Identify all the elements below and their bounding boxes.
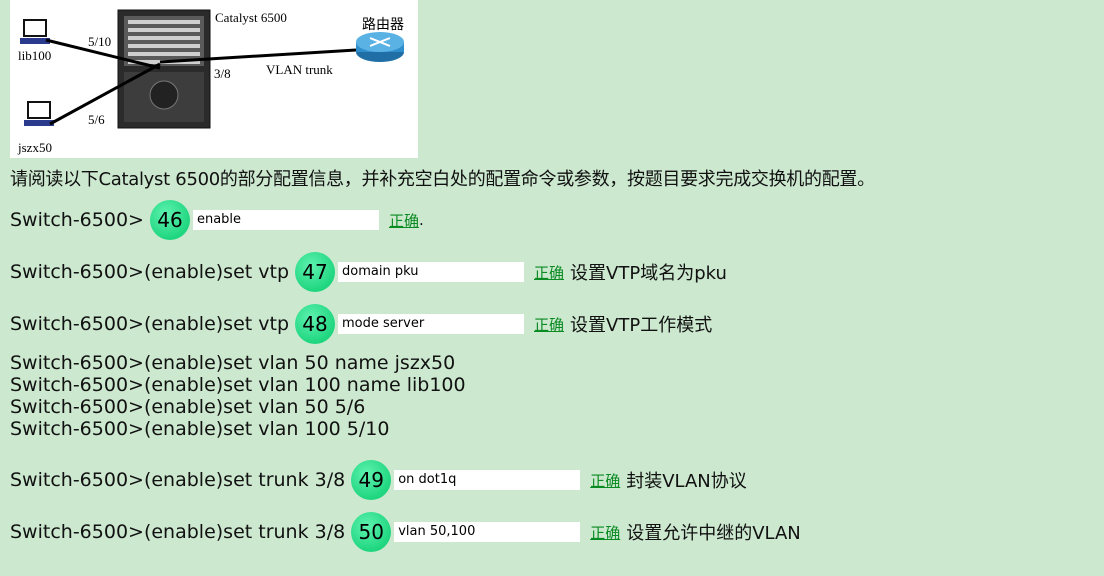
command-prefix: Switch-6500>(enable)set trunk 3/8: [10, 469, 346, 491]
correct-link[interactable]: 正确: [590, 522, 620, 543]
pc-jszx50-label: jszx50: [18, 140, 52, 155]
command-prefix: Switch-6500>: [10, 209, 144, 231]
network-diagram: Catalyst 6500 路由器 lib100 jszx50 5/10 5/6…: [10, 0, 418, 158]
trailing-period: .: [418, 211, 424, 229]
correct-link[interactable]: 正确: [534, 262, 564, 283]
correct-link[interactable]: 正确: [389, 210, 419, 231]
answer-field[interactable]: domain pku: [338, 262, 525, 282]
correct-link[interactable]: 正确: [590, 470, 620, 491]
question-number-badge: 48: [295, 304, 336, 344]
question-48-row: Switch-6500>(enable)set vtp 48 mode serv…: [10, 304, 712, 344]
port-3-8-label: 3/8: [214, 66, 231, 81]
question-number-badge: 46: [149, 200, 190, 240]
question-50-row: Switch-6500>(enable)set trunk 3/8 50 vla…: [10, 512, 801, 552]
config-line: Switch-6500>(enable)set vlan 100 5/10: [10, 418, 390, 440]
instruction-text: 请阅读以下Catalyst 6500的部分配置信息，并补充空白处的配置命令或参数…: [10, 169, 875, 190]
answer-field[interactable]: mode server: [338, 314, 525, 334]
router-label: 路由器: [362, 17, 404, 33]
port-5-6-label: 5/6: [88, 112, 105, 127]
port-5-10-label: 5/10: [88, 34, 112, 49]
question-note: 设置允许中继的VLAN: [626, 523, 801, 544]
command-prefix: Switch-6500>(enable)set vtp: [10, 261, 290, 283]
question-note: 设置VTP域名为pku: [570, 263, 727, 284]
question-46-row: Switch-6500> 46 enable 正确.: [10, 200, 424, 240]
correct-link[interactable]: 正确: [534, 314, 564, 335]
computer-icon: [20, 19, 50, 44]
pc-lib100-label: lib100: [18, 48, 52, 63]
answer-field[interactable]: vlan 50,100: [394, 522, 581, 542]
config-line: Switch-6500>(enable)set vlan 100 name li…: [10, 374, 466, 396]
question-number-badge: 47: [295, 252, 336, 292]
config-line: Switch-6500>(enable)set vlan 50 name jsz…: [10, 352, 456, 374]
question-number-badge: 50: [351, 512, 392, 552]
answer-field[interactable]: enable: [192, 210, 379, 230]
config-line: Switch-6500>(enable)set vlan 50 5/6: [10, 396, 366, 418]
command-prefix: Switch-6500>(enable)set vtp: [10, 313, 290, 335]
command-prefix: Switch-6500>(enable)set trunk 3/8: [10, 521, 346, 543]
answer-field[interactable]: on dot1q: [394, 470, 581, 490]
question-47-row: Switch-6500>(enable)set vtp 47 domain pk…: [10, 252, 727, 292]
question-number-badge: 49: [351, 460, 392, 500]
question-note: 设置VTP工作模式: [570, 315, 713, 336]
vlan-trunk-label: VLAN trunk: [266, 62, 333, 77]
question-note: 封装VLAN协议: [626, 471, 747, 492]
switch-label: Catalyst 6500: [215, 10, 287, 25]
question-49-row: Switch-6500>(enable)set trunk 3/8 49 on …: [10, 460, 747, 500]
computer-icon: [24, 101, 54, 126]
